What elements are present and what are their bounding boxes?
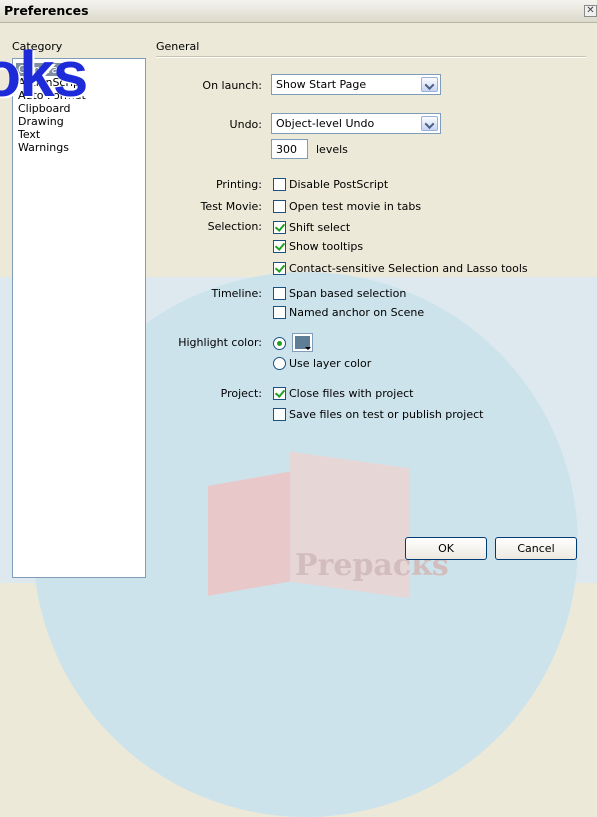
undo-value: Object-level Undo bbox=[276, 117, 375, 130]
on-launch-value: Show Start Page bbox=[276, 78, 367, 91]
use-layer-color-radio[interactable] bbox=[273, 357, 286, 370]
shift-select-label[interactable]: Shift select bbox=[289, 221, 350, 234]
open-test-movie-in-tabs-checkbox[interactable] bbox=[273, 200, 286, 213]
window-title: Preferences bbox=[4, 3, 89, 18]
shift-select-checkbox[interactable] bbox=[273, 221, 286, 234]
selection-label: Selection: bbox=[207, 220, 262, 233]
save-files-on-test-checkbox[interactable] bbox=[273, 408, 286, 421]
disable-postscript-label[interactable]: Disable PostScript bbox=[289, 178, 388, 191]
project-label: Project: bbox=[220, 387, 262, 400]
undo-label: Undo: bbox=[229, 118, 262, 131]
chevron-down-icon[interactable] bbox=[421, 116, 438, 131]
show-tooltips-label[interactable]: Show tooltips bbox=[289, 240, 363, 253]
on-launch-select[interactable]: Show Start Page bbox=[271, 74, 441, 95]
ok-button[interactable]: OK bbox=[405, 537, 487, 560]
use-layer-color-label[interactable]: Use layer color bbox=[289, 357, 371, 370]
disable-postscript-checkbox[interactable] bbox=[273, 178, 286, 191]
span-based-selection-checkbox[interactable] bbox=[273, 287, 286, 300]
printing-label: Printing: bbox=[215, 178, 262, 191]
swatch-dropdown-icon bbox=[305, 347, 311, 350]
contact-sensitive-label[interactable]: Contact-sensitive Selection and Lasso to… bbox=[289, 262, 528, 275]
span-based-selection-label[interactable]: Span based selection bbox=[289, 287, 406, 300]
close-button[interactable]: ✕ bbox=[584, 5, 597, 17]
watermark-book-left bbox=[208, 470, 298, 596]
category-item-drawing[interactable]: Drawing bbox=[16, 115, 66, 128]
category-item-warnings[interactable]: Warnings bbox=[16, 141, 71, 154]
title-bar[interactable]: Preferences ✕ bbox=[0, 0, 597, 23]
named-anchor-checkbox[interactable] bbox=[273, 306, 286, 319]
timeline-label: Timeline: bbox=[211, 287, 262, 300]
section-divider bbox=[156, 56, 586, 58]
chevron-down-icon[interactable] bbox=[421, 77, 438, 92]
highlight-color-swatch[interactable] bbox=[292, 333, 313, 352]
category-item-text[interactable]: Text bbox=[16, 128, 42, 141]
highlight-color-radio[interactable] bbox=[273, 337, 286, 350]
open-test-movie-in-tabs-label[interactable]: Open test movie in tabs bbox=[289, 200, 421, 213]
undo-levels-input[interactable]: 300 bbox=[271, 139, 308, 159]
show-tooltips-checkbox[interactable] bbox=[273, 240, 286, 253]
watermark-logo: oks bbox=[0, 38, 88, 110]
undo-levels-label: levels bbox=[316, 143, 348, 156]
close-files-with-project-checkbox[interactable] bbox=[273, 387, 286, 400]
undo-select[interactable]: Object-level Undo bbox=[271, 113, 441, 134]
contact-sensitive-checkbox[interactable] bbox=[273, 262, 286, 275]
close-files-with-project-label[interactable]: Close files with project bbox=[289, 387, 413, 400]
section-title: General bbox=[156, 40, 200, 53]
highlight-color-label: Highlight color: bbox=[178, 336, 262, 349]
preferences-dialog: Prepacks Preferences ✕ Category General … bbox=[0, 0, 597, 817]
on-launch-label: On launch: bbox=[202, 79, 262, 92]
named-anchor-label[interactable]: Named anchor on Scene bbox=[289, 306, 424, 319]
category-list[interactable]: General ActionScript Auto Format Clipboa… bbox=[12, 58, 146, 578]
save-files-on-test-label[interactable]: Save files on test or publish project bbox=[289, 408, 483, 421]
test-movie-label: Test Movie: bbox=[200, 200, 262, 213]
cancel-button[interactable]: Cancel bbox=[495, 537, 577, 560]
